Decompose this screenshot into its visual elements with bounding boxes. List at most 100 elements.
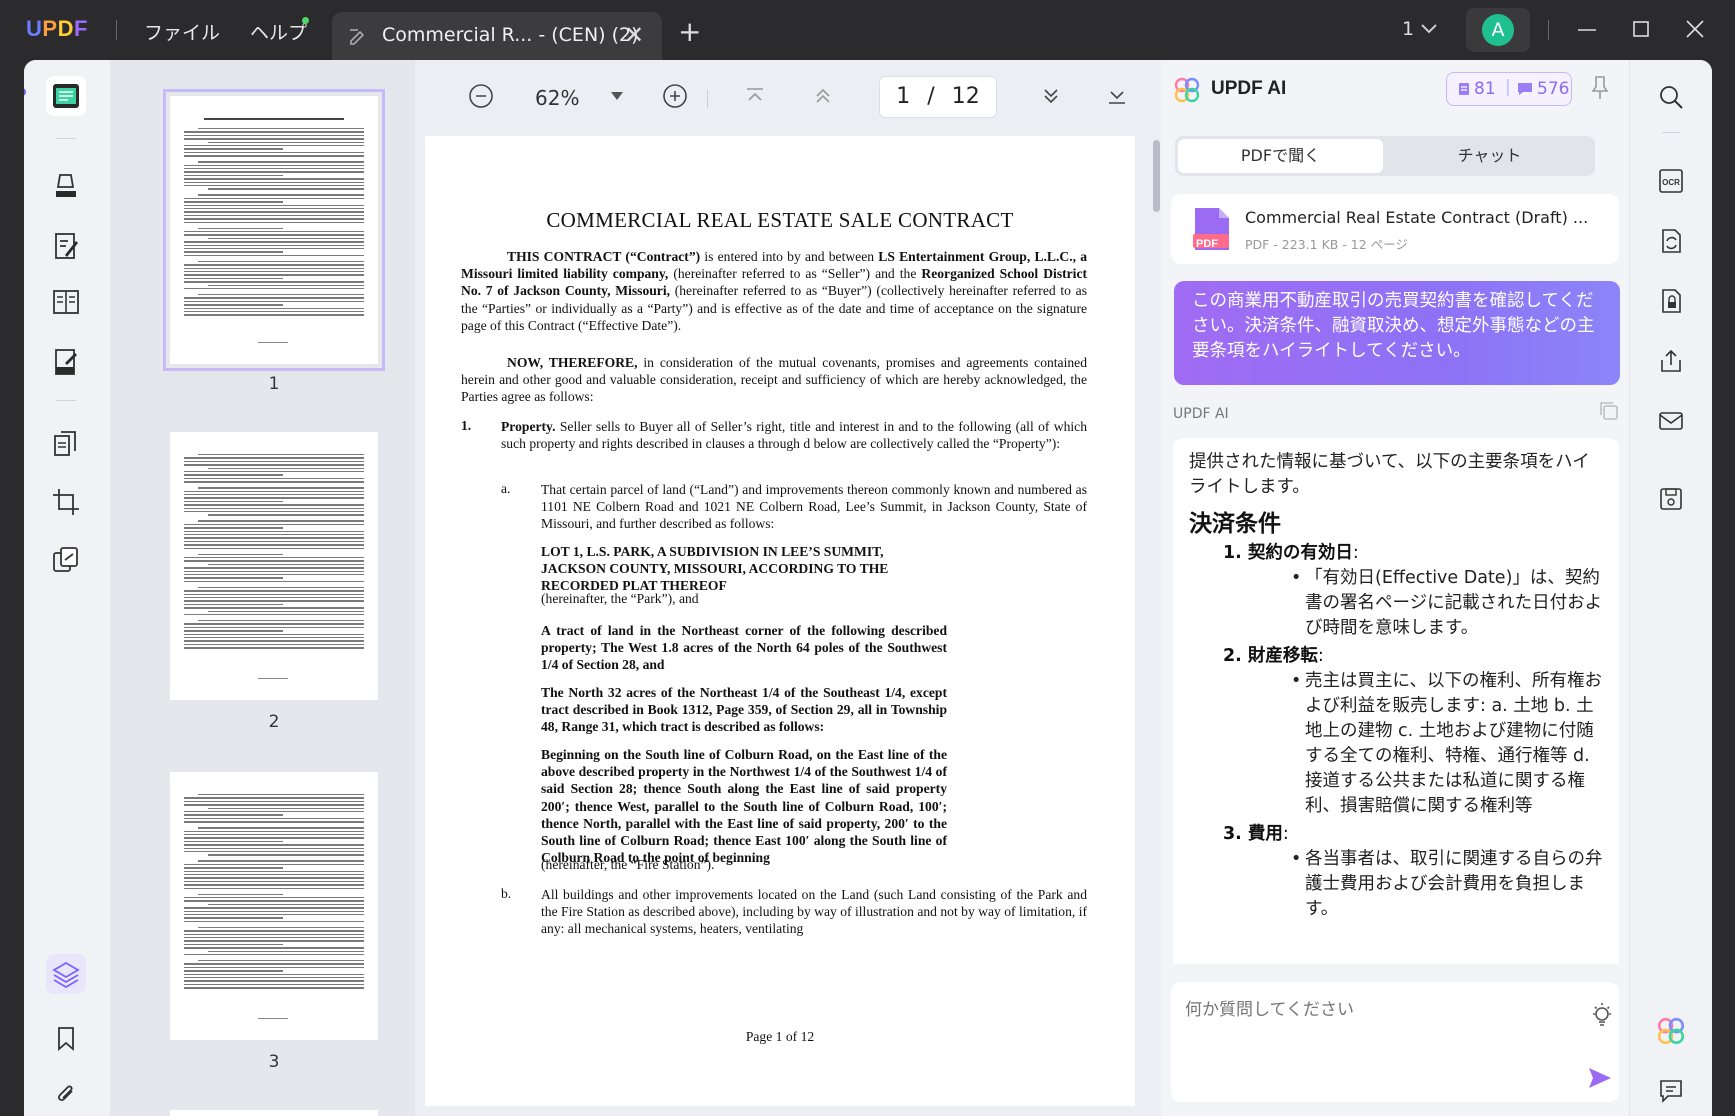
crop-tool-button[interactable]: [46, 482, 86, 522]
updf-ai-logo-icon: [1174, 77, 1200, 103]
account-button[interactable]: A: [1466, 8, 1530, 52]
highlighter-icon: [56, 174, 76, 197]
lightbulb-icon[interactable]: [1591, 1002, 1613, 1028]
tab-chat[interactable]: チャット: [1387, 139, 1592, 173]
avatar: A: [1482, 14, 1514, 46]
question-input[interactable]: [1185, 1000, 1525, 1020]
scrollbar[interactable]: [1153, 140, 1160, 212]
left-toolbar: [24, 60, 110, 1116]
tab-ask-pdf[interactable]: PDFで聞く: [1178, 139, 1383, 173]
current-page-input[interactable]: 1: [896, 84, 910, 109]
convert-button[interactable]: [1654, 224, 1688, 258]
next-page-button[interactable]: [1037, 82, 1065, 110]
comment-tool-button[interactable]: [46, 166, 86, 206]
thumbnail-line: [184, 307, 364, 309]
share-button[interactable]: [1654, 344, 1688, 378]
section-number: 1.: [461, 418, 472, 433]
thumbnail-line: [184, 614, 364, 616]
thumbnail-number: 1: [268, 374, 280, 394]
thumbnail-line: [184, 527, 283, 529]
new-tab-icon[interactable]: +: [678, 15, 701, 48]
edit-pdf-icon: [55, 233, 78, 259]
thumbnail-line: [184, 181, 364, 183]
thumbnail-line: [184, 204, 364, 206]
minimize-icon[interactable]: [1572, 14, 1602, 44]
pdf-page[interactable]: COMMERCIAL REAL ESTATE SALE CONTRACT THI…: [425, 136, 1135, 1106]
toolbar-separator: [707, 90, 708, 108]
ai-credits[interactable]: 81 | 576: [1446, 72, 1572, 106]
layers-button[interactable]: [46, 954, 86, 994]
titlebar-separator: [116, 20, 117, 40]
answer-item-3: 3. 費用:: [1223, 821, 1603, 847]
previous-page-button[interactable]: [809, 82, 837, 110]
save-icon: [1660, 488, 1682, 510]
thumbnail-line: [184, 244, 364, 246]
answer-item-2: 2. 財産移転:: [1223, 643, 1603, 669]
email-button[interactable]: [1654, 404, 1688, 438]
zoom-dropdown-icon[interactable]: [611, 92, 623, 100]
thumbnail-line: [184, 185, 364, 187]
copy-icon[interactable]: [1598, 400, 1620, 422]
thumbnail-line: [184, 840, 283, 843]
thumbnail-page-2[interactable]: [170, 432, 378, 700]
thumbnail-line: [198, 454, 364, 456]
menu-file[interactable]: ファイル: [144, 18, 220, 45]
credit-separator: |: [1505, 77, 1511, 97]
convert-icon: [1662, 229, 1681, 253]
thumbnail-line: [184, 844, 364, 846]
last-page-button[interactable]: [1103, 82, 1131, 110]
send-icon[interactable]: [1587, 1066, 1613, 1090]
zoom-in-button[interactable]: [661, 82, 689, 110]
thumbnail-line: [198, 586, 364, 589]
thumbnail-line: [184, 817, 364, 820]
bookmark-button[interactable]: [46, 1018, 86, 1058]
thumbnail-line: [184, 241, 364, 243]
zoom-level[interactable]: 62%: [535, 86, 579, 110]
pages-tool-button[interactable]: [46, 424, 86, 464]
thumbnail-line: [184, 907, 364, 909]
lock-document-icon: [1662, 289, 1681, 313]
reader-icon: [53, 84, 79, 108]
item-title: 2. 財産移転: [1223, 646, 1318, 666]
crop-icon: [53, 489, 79, 515]
thumbnail-line: [184, 830, 364, 832]
form-tool-button[interactable]: [46, 342, 86, 382]
thumbnail-page-1[interactable]: [163, 89, 385, 371]
tools-button[interactable]: [46, 540, 86, 580]
menu-help[interactable]: ヘルプ: [250, 18, 307, 45]
thumbnail-page-4[interactable]: [170, 1110, 378, 1116]
updf-ai-button[interactable]: [1654, 1014, 1688, 1048]
zoom-out-button[interactable]: [467, 82, 495, 110]
window-count[interactable]: 1: [1402, 18, 1414, 40]
document-tab[interactable]: Commercial R... - (CEN) (2) ✕: [332, 12, 662, 60]
attachment-button[interactable]: [46, 1074, 86, 1114]
first-page-button[interactable]: [741, 82, 769, 110]
thumbnail-page-3[interactable]: [170, 772, 378, 1040]
maximize-icon[interactable]: [1626, 14, 1656, 44]
reader-mode-button[interactable]: [46, 76, 86, 116]
thumbnail-line: [184, 626, 364, 629]
comments-button[interactable]: [1654, 1074, 1688, 1108]
thumbnail-line: [208, 950, 364, 952]
chevron-down-icon[interactable]: [1420, 22, 1438, 36]
edit-tool-button[interactable]: [46, 226, 86, 266]
close-window-icon[interactable]: [1680, 14, 1710, 44]
attached-file-card[interactable]: PDF Commercial Real Estate Contract (Dra…: [1171, 194, 1619, 264]
thumbnail-line: [184, 264, 364, 266]
tab-close-icon[interactable]: ✕: [624, 21, 644, 49]
search-button[interactable]: [1654, 80, 1688, 114]
page-layout-icon: [53, 290, 79, 314]
thumbnail-line: [184, 623, 364, 625]
ocr-button[interactable]: OCR: [1654, 164, 1688, 198]
thumbnail-line: [184, 311, 364, 313]
page-number-box[interactable]: 1 / 12: [879, 76, 997, 118]
thumbnail-line: [184, 234, 364, 236]
thumbnail-line: [198, 128, 364, 130]
thumbnail-line: [184, 251, 283, 253]
save-button[interactable]: [1654, 482, 1688, 516]
protect-button[interactable]: [1654, 284, 1688, 318]
thumbnail-line: [198, 827, 364, 829]
organize-tool-button[interactable]: [46, 282, 86, 322]
pin-icon[interactable]: [1589, 74, 1611, 102]
thumbnail-line: [184, 300, 364, 303]
